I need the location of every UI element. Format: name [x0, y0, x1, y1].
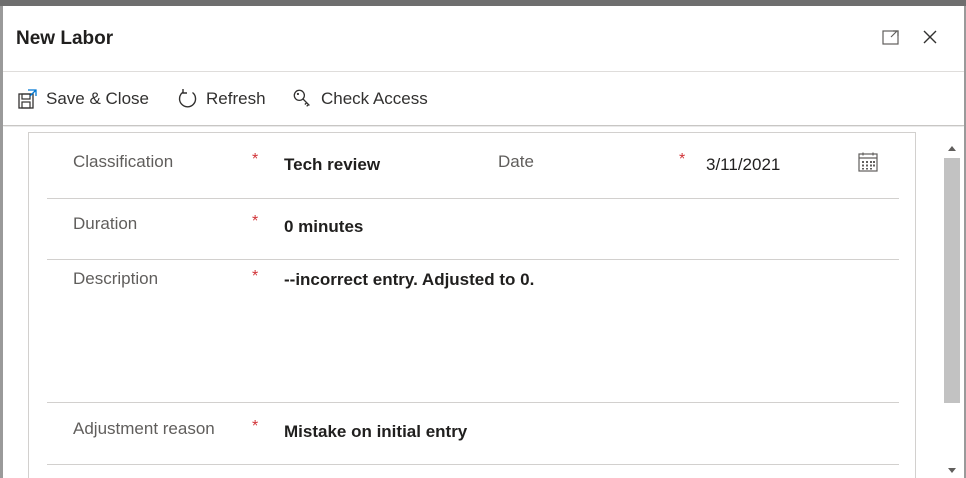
scrollbar-thumb[interactable]	[944, 158, 960, 403]
duration-label: Duration	[73, 214, 138, 233]
classification-date-row: Classification * Tech review Date * 3/11…	[47, 133, 899, 199]
refresh-label: Refresh	[206, 89, 266, 108]
save-close-label: Save & Close	[46, 89, 149, 108]
duration-row: Duration * 0 minutes	[47, 199, 899, 260]
refresh-button[interactable]: Refresh	[177, 81, 266, 117]
save-close-icon	[17, 88, 39, 110]
duration-field[interactable]: 0 minutes	[284, 217, 363, 237]
dialog-title: New Labor	[16, 28, 114, 49]
check-access-label: Check Access	[321, 89, 428, 108]
command-bar: Save & Close Refresh Check Access	[3, 72, 964, 126]
classification-required-marker: *	[252, 151, 259, 168]
date-label: Date	[498, 152, 534, 171]
close-button[interactable]	[917, 26, 943, 52]
date-field[interactable]: 3/11/2021	[706, 155, 780, 175]
expand-button[interactable]	[878, 26, 904, 52]
adjustment-reason-label: Adjustment reason	[73, 419, 215, 438]
adjustment-reason-row: Adjustment reason * Mistake on initial e…	[47, 403, 899, 465]
description-row: Description * --incorrect entry. Adjuste…	[47, 260, 899, 403]
key-search-icon	[292, 88, 314, 110]
check-access-button[interactable]: Check Access	[292, 81, 428, 117]
dialog-header: New Labor	[3, 6, 964, 72]
scroll-up-arrow-icon[interactable]	[946, 143, 958, 153]
expand-icon	[882, 29, 900, 50]
description-required-marker: *	[252, 268, 259, 285]
form-section: Classification * Tech review Date * 3/11…	[28, 132, 916, 478]
description-field[interactable]: --incorrect entry. Adjusted to 0.	[284, 270, 534, 290]
save-close-button[interactable]: Save & Close	[17, 81, 149, 117]
vertical-scrollbar[interactable]	[942, 139, 962, 478]
close-icon	[922, 29, 938, 50]
calendar-icon[interactable]	[858, 152, 878, 177]
scroll-down-arrow-icon[interactable]	[946, 465, 958, 475]
form-content: Classification * Tech review Date * 3/11…	[3, 127, 964, 478]
new-labor-dialog: New Labor Save & Close Refresh Check Acc…	[3, 6, 964, 478]
date-required-marker: *	[679, 151, 686, 168]
adjustment-reason-field[interactable]: Mistake on initial entry	[284, 422, 467, 442]
classification-field[interactable]: Tech review	[284, 155, 380, 175]
description-label: Description	[73, 269, 159, 288]
refresh-icon	[177, 88, 199, 110]
duration-required-marker: *	[252, 213, 259, 230]
adjustment-reason-required-marker: *	[252, 418, 259, 435]
classification-label: Classification	[73, 152, 174, 171]
